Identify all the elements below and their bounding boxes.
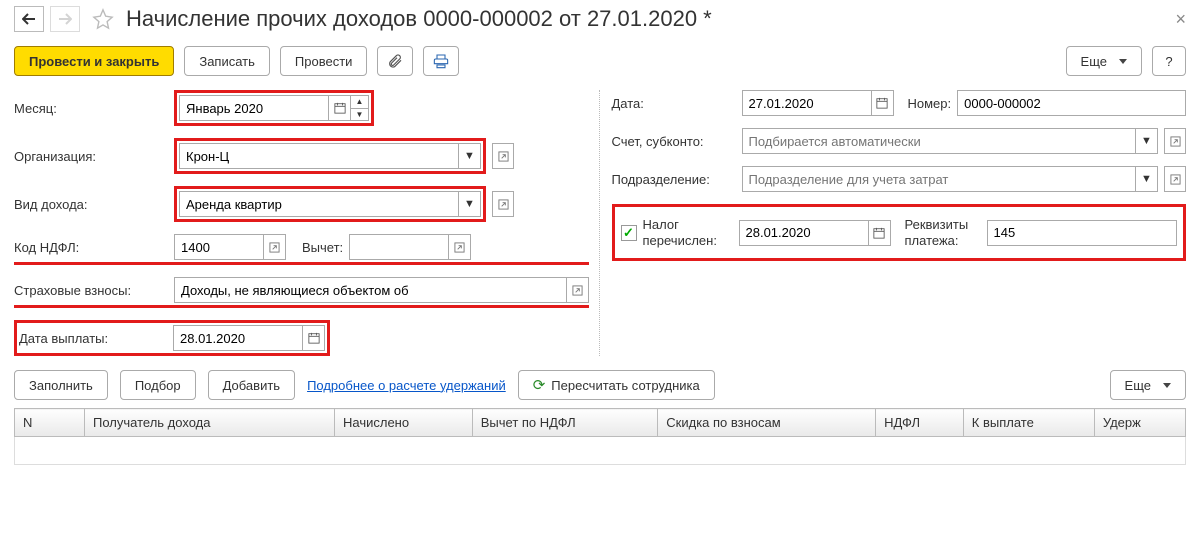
add-button[interactable]: Добавить xyxy=(208,370,295,400)
open-icon[interactable] xyxy=(1164,128,1186,154)
table-row[interactable] xyxy=(15,437,1186,465)
income-table: N Получатель дохода Начислено Вычет по Н… xyxy=(14,408,1186,465)
post-and-close-button[interactable]: Провести и закрыть xyxy=(14,46,174,76)
withholding-details-link[interactable]: Подробнее о расчете удержаний xyxy=(307,378,506,393)
pay-details-input[interactable] xyxy=(987,220,1178,246)
deduction-label: Вычет: xyxy=(302,240,343,255)
post-button[interactable]: Провести xyxy=(280,46,368,76)
table-more-button[interactable]: Еще xyxy=(1110,370,1186,400)
number-label: Номер: xyxy=(908,96,952,111)
col-ndfl-deduction[interactable]: Вычет по НДФЛ xyxy=(472,409,658,437)
attach-button[interactable] xyxy=(377,46,413,76)
calendar-icon[interactable] xyxy=(329,95,351,121)
col-withhold[interactable]: Удерж xyxy=(1094,409,1185,437)
date-input[interactable] xyxy=(742,90,872,116)
print-button[interactable] xyxy=(423,46,459,76)
fill-button[interactable]: Заполнить xyxy=(14,370,108,400)
org-input[interactable] xyxy=(179,143,459,169)
col-contrib-discount[interactable]: Скидка по взносам xyxy=(658,409,876,437)
col-accrued[interactable]: Начислено xyxy=(335,409,473,437)
pick-button[interactable]: Подбор xyxy=(120,370,196,400)
more-button[interactable]: Еще xyxy=(1066,46,1142,76)
close-icon[interactable]: × xyxy=(1175,9,1186,30)
income-type-label: Вид дохода: xyxy=(14,197,174,212)
calendar-icon[interactable] xyxy=(872,90,894,116)
col-n[interactable]: N xyxy=(15,409,85,437)
open-icon[interactable] xyxy=(567,277,589,303)
open-icon[interactable] xyxy=(449,234,471,260)
open-icon[interactable] xyxy=(492,143,514,169)
month-label: Месяц: xyxy=(14,101,174,116)
dept-input[interactable] xyxy=(742,166,1137,192)
dept-label: Подразделение: xyxy=(612,172,742,187)
dropdown-icon[interactable]: ▼ xyxy=(459,191,481,217)
forward-button[interactable] xyxy=(50,6,80,32)
calendar-icon[interactable] xyxy=(869,220,891,246)
col-ndfl[interactable]: НДФЛ xyxy=(876,409,964,437)
refresh-icon: ⟳ xyxy=(533,376,546,394)
favorite-star-icon[interactable] xyxy=(92,8,114,30)
printer-icon xyxy=(433,53,449,69)
org-label: Организация: xyxy=(14,149,174,164)
account-input[interactable] xyxy=(742,128,1137,154)
help-button[interactable]: ? xyxy=(1152,46,1186,76)
col-recipient[interactable]: Получатель дохода xyxy=(85,409,335,437)
number-input[interactable] xyxy=(957,90,1186,116)
paperclip-icon xyxy=(387,53,403,69)
insurance-input[interactable] xyxy=(174,277,567,303)
pay-details-label: Реквизиты платежа: xyxy=(905,217,987,248)
open-icon[interactable] xyxy=(1164,166,1186,192)
main-toolbar: Провести и закрыть Записать Провести Еще… xyxy=(0,42,1200,90)
back-button[interactable] xyxy=(14,6,44,32)
dropdown-icon[interactable]: ▼ xyxy=(1136,166,1158,192)
header-bar: Начисление прочих доходов 0000-000002 от… xyxy=(0,0,1200,42)
ndfl-code-input[interactable] xyxy=(174,234,264,260)
account-label: Счет, субконто: xyxy=(612,134,742,149)
pay-date-label: Дата выплаты: xyxy=(19,331,173,346)
tax-paid-date-input[interactable] xyxy=(739,220,869,246)
col-to-pay[interactable]: К выплате xyxy=(963,409,1094,437)
deduction-input[interactable] xyxy=(349,234,449,260)
ndfl-code-label: Код НДФЛ: xyxy=(14,240,174,255)
pay-date-input[interactable] xyxy=(173,325,303,351)
recalc-button[interactable]: ⟳ Пересчитать сотрудника xyxy=(518,370,715,400)
open-icon[interactable] xyxy=(264,234,286,260)
save-button[interactable]: Записать xyxy=(184,46,270,76)
dropdown-icon[interactable]: ▼ xyxy=(459,143,481,169)
open-icon[interactable] xyxy=(492,191,514,217)
table-toolbar: Заполнить Подбор Добавить Подробнее о ра… xyxy=(0,356,1200,408)
month-stepper[interactable]: ▲▼ xyxy=(351,95,369,121)
page-title: Начисление прочих доходов 0000-000002 от… xyxy=(126,6,712,32)
calendar-icon[interactable] xyxy=(303,325,325,351)
tax-paid-label: Налог перечислен: xyxy=(643,217,739,248)
month-input[interactable] xyxy=(179,95,329,121)
dropdown-icon[interactable]: ▼ xyxy=(1136,128,1158,154)
income-type-input[interactable] xyxy=(179,191,459,217)
tax-paid-checkbox[interactable]: ✓ xyxy=(621,225,637,241)
date-label: Дата: xyxy=(612,96,742,111)
insurance-label: Страховые взносы: xyxy=(14,283,174,298)
